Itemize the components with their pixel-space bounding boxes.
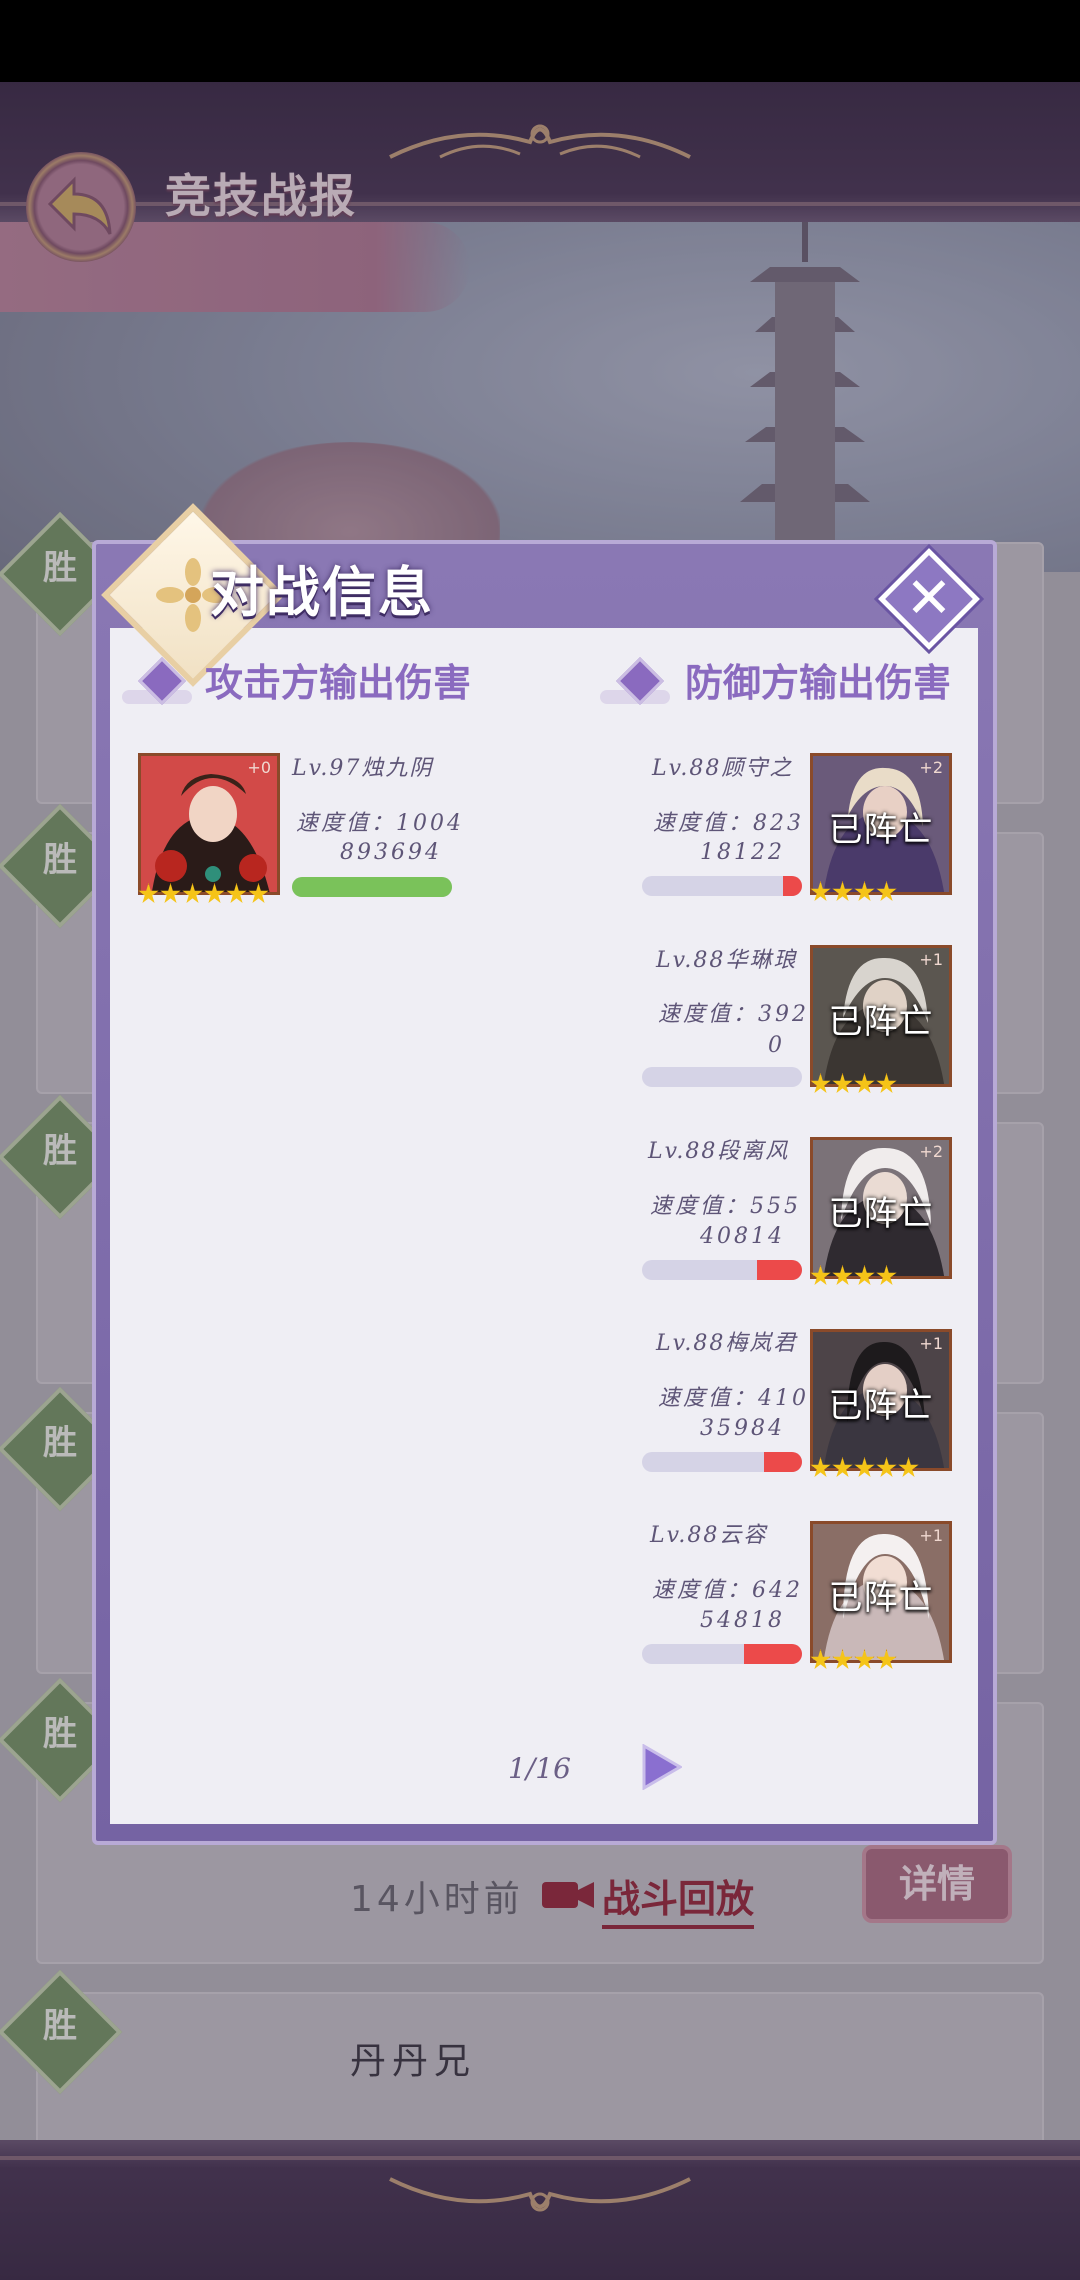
- defeated-label: 已阵亡: [828, 1002, 934, 1042]
- defeated-label: 已阵亡: [828, 810, 934, 850]
- defender-damage: 18122: [700, 840, 785, 865]
- attacker-damage-bar: [292, 877, 452, 897]
- enhance-level: +1: [919, 950, 943, 969]
- status-bar: [0, 0, 1080, 82]
- damage-bar-fill: [782, 876, 802, 896]
- defender-speed: 速度值：410: [658, 1386, 809, 1411]
- defender-damage-bar: [642, 1452, 802, 1472]
- star-rating: [810, 1073, 898, 1099]
- defender-damage: 0: [768, 1033, 785, 1058]
- defender-damage-bar: [642, 1644, 802, 1664]
- defender-damage-bar: [642, 1260, 802, 1280]
- hero-portrait: 已阵亡 +1: [810, 1521, 952, 1663]
- defender-name: Lv.88段离风: [648, 1139, 790, 1164]
- attacker-speed: 速度值：1004: [296, 811, 464, 836]
- defender-name: Lv.88华琳琅: [656, 948, 798, 973]
- attacker-name: Lv.97烛九阴: [292, 756, 434, 781]
- defeated-label: 已阵亡: [828, 1386, 934, 1426]
- defender-name: Lv.88顾守之: [652, 756, 794, 781]
- star-rating: [810, 1265, 898, 1291]
- hero-portrait: 已阵亡 +2: [810, 753, 952, 895]
- defender-damage: 35984: [700, 1416, 785, 1441]
- defender-speed: 速度值：823: [653, 811, 804, 836]
- defender-speed: 速度值：392: [658, 1002, 809, 1027]
- modal-title: 对战信息: [210, 561, 434, 624]
- enhance-level: +1: [919, 1334, 943, 1353]
- hero-portrait: 已阵亡 +2: [810, 1137, 952, 1279]
- star-rating: [810, 1457, 920, 1483]
- defender-damage-bar: [642, 1067, 802, 1087]
- close-icon[interactable]: ✕: [893, 563, 965, 635]
- damage-bar-fill: [292, 877, 452, 897]
- play-triangle-icon[interactable]: [640, 1744, 682, 1790]
- defeated-label: 已阵亡: [828, 1578, 934, 1618]
- enhance-level: +0: [247, 758, 271, 777]
- defender-speed: 速度值：555: [650, 1194, 801, 1219]
- hero-portrait: 已阵亡 +1: [810, 1329, 952, 1471]
- enhance-level: +1: [919, 1526, 943, 1545]
- defender-damage: 54818: [700, 1608, 785, 1633]
- defender-damage-bar: [642, 876, 802, 896]
- star-rating: [138, 883, 270, 909]
- damage-bar-fill: [763, 1452, 802, 1472]
- defeated-label: 已阵亡: [828, 1194, 934, 1234]
- star-rating: [810, 881, 898, 907]
- star-rating: [810, 1649, 898, 1675]
- defender-name: Lv.88梅岚君: [656, 1331, 798, 1356]
- damage-bar-fill: [757, 1260, 802, 1280]
- hero-portrait: +0: [138, 753, 280, 895]
- defender-name: Lv.88云容: [650, 1523, 768, 1548]
- hero-portrait: 已阵亡 +1: [810, 945, 952, 1087]
- defender-heading: 防御方输出伤害: [685, 661, 952, 705]
- enhance-level: +2: [919, 758, 943, 777]
- enhance-level: +2: [919, 1142, 943, 1161]
- defender-damage: 40814: [700, 1224, 785, 1249]
- attacker-damage: 893694: [340, 840, 442, 865]
- defender-speed: 速度值：642: [652, 1578, 803, 1603]
- page-indicator: 1/16: [508, 1752, 571, 1785]
- damage-bar-fill: [744, 1644, 802, 1664]
- attacker-heading: 攻击方输出伤害: [205, 661, 472, 705]
